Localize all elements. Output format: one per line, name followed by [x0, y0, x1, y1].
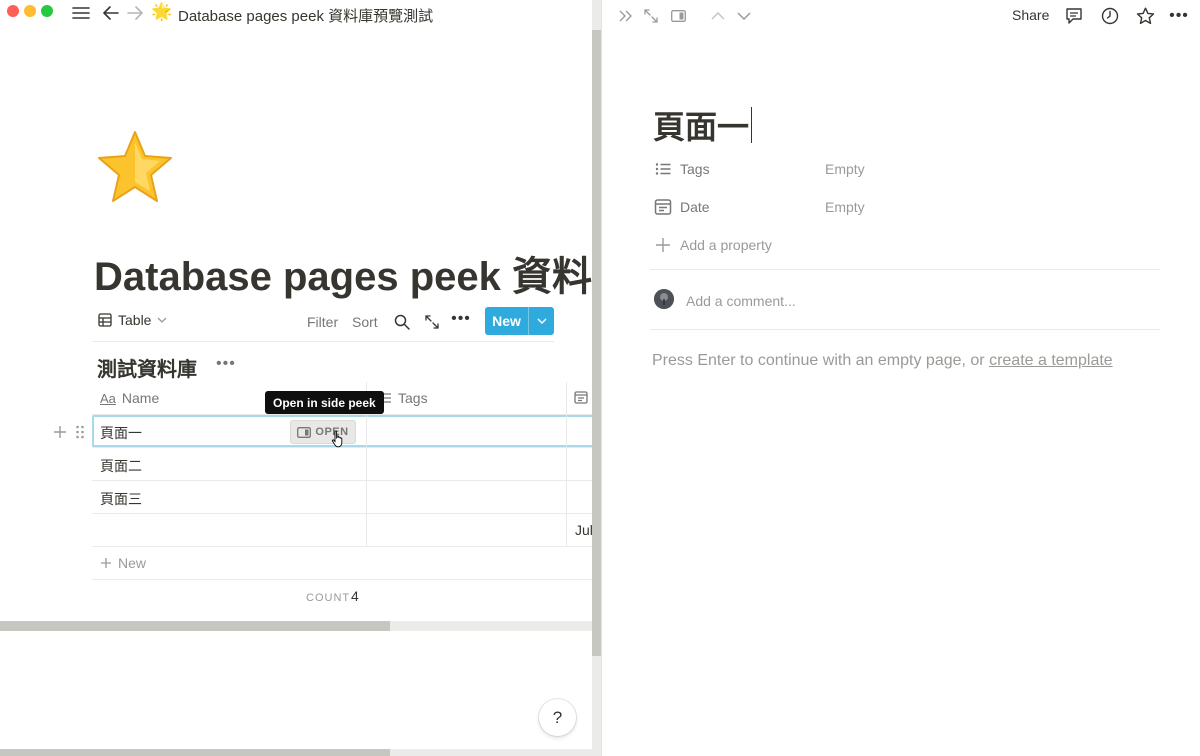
avatar: [654, 289, 674, 309]
peek-page-title[interactable]: 頁面一: [653, 102, 753, 148]
view-selector[interactable]: Table: [98, 312, 167, 328]
breadcrumb-page-icon[interactable]: 🌟: [151, 2, 172, 22]
count-value: 4: [351, 588, 359, 604]
page-scrollbar-thumb[interactable]: [0, 749, 390, 756]
page-title[interactable]: Database pages peek 資料庫預覽測試: [94, 244, 592, 302]
peek-mode-icon[interactable]: [668, 6, 688, 26]
property-label: Tags: [680, 161, 710, 177]
more-options-icon[interactable]: •••: [1169, 6, 1189, 26]
column-divider: [366, 481, 367, 513]
new-button-label[interactable]: New: [485, 307, 529, 335]
column-divider: [366, 514, 367, 546]
create-template-link[interactable]: create a template: [989, 352, 1113, 369]
table-row[interactable]: 頁面三: [92, 481, 592, 514]
vertical-scrollbar-thumb[interactable]: [592, 30, 601, 656]
list-icon: [655, 163, 671, 175]
column-header-tags[interactable]: Tags: [380, 390, 428, 406]
column-divider: [566, 448, 567, 480]
back-arrow-icon[interactable]: [101, 3, 121, 23]
filter-button[interactable]: Filter: [307, 314, 338, 330]
breadcrumb-title[interactable]: Database pages peek 資料庫預覽測試: [178, 5, 433, 26]
share-button[interactable]: Share: [1012, 7, 1049, 23]
column-divider: [566, 514, 567, 546]
side-peek-icon: [297, 426, 312, 438]
chevron-down-icon: [158, 317, 167, 323]
column-divider: [566, 415, 567, 447]
property-date[interactable]: Date Empty: [654, 193, 1154, 223]
sort-button[interactable]: Sort: [352, 314, 378, 330]
open-as-full-page-icon[interactable]: [422, 312, 442, 332]
more-options-icon[interactable]: •••: [450, 310, 472, 332]
comment-input[interactable]: Add a comment...: [686, 293, 796, 309]
view-name: Table: [118, 312, 152, 328]
window-close-button[interactable]: [7, 5, 19, 17]
open-in-side-peek-button[interactable]: OPEN: [290, 420, 356, 444]
side-peek-panel: Share ••• 頁面一 Tags Empty Date Empty Add …: [602, 0, 1200, 756]
property-tags[interactable]: Tags Empty: [654, 155, 1154, 185]
column-header-date[interactable]: [574, 390, 588, 404]
previous-page-icon[interactable]: [708, 6, 728, 26]
close-side-peek-icon[interactable]: [616, 6, 636, 26]
count-label: COUNT: [306, 592, 351, 604]
forward-arrow-icon[interactable]: [125, 3, 145, 23]
row-add-icon[interactable]: [52, 424, 68, 440]
divider: [650, 269, 1160, 270]
plus-icon: [101, 558, 111, 568]
comment-icon[interactable]: [1064, 6, 1084, 26]
row-name-cell[interactable]: 頁面三: [100, 489, 142, 509]
text-property-icon: Aa: [100, 390, 116, 406]
divider: [650, 329, 1160, 330]
sidebar-menu-icon[interactable]: [71, 3, 91, 23]
new-template-dropdown-icon[interactable]: [529, 307, 554, 335]
tooltip: Open in side peek: [265, 391, 384, 414]
hand-pointer-cursor-icon: [331, 430, 343, 448]
database-title[interactable]: 測試資料庫: [97, 353, 197, 382]
window-zoom-button[interactable]: [41, 5, 53, 17]
help-button[interactable]: ?: [539, 699, 576, 736]
calculation-row[interactable]: COUNT 4: [92, 580, 592, 614]
calendar-icon: [654, 199, 672, 215]
new-record-button[interactable]: New: [485, 307, 554, 335]
column-divider: [566, 382, 567, 414]
empty-page-hint: Press Enter to continue with an empty pa…: [652, 352, 1113, 369]
window-minimize-button[interactable]: [24, 5, 36, 17]
page-star-icon[interactable]: [95, 128, 175, 208]
database-more-icon[interactable]: •••: [216, 355, 236, 373]
database-view-toolbar: Table Filter Sort ••• New: [92, 306, 554, 342]
column-divider: [566, 481, 567, 513]
star-favorite-icon[interactable]: [1135, 6, 1155, 26]
calendar-icon: [574, 391, 588, 404]
horizontal-scrollbar-thumb[interactable]: [0, 621, 390, 631]
history-clock-icon[interactable]: [1100, 6, 1120, 26]
table-row[interactable]: Jul: [92, 514, 592, 547]
top-bar: 🌟 Database pages peek 資料庫預覽測試: [0, 0, 592, 30]
search-icon[interactable]: [392, 312, 412, 332]
drag-handle-icon[interactable]: [74, 424, 86, 440]
column-header-name[interactable]: Aa Name: [100, 390, 159, 406]
plus-icon: [656, 238, 670, 252]
add-row-button[interactable]: New: [92, 547, 592, 580]
table-icon: [98, 313, 112, 327]
property-value[interactable]: Empty: [825, 161, 865, 177]
row-name-cell[interactable]: 頁面一: [100, 423, 142, 443]
property-label: Date: [680, 199, 710, 215]
add-property-button[interactable]: Add a property: [654, 231, 1154, 261]
row-date-cell[interactable]: Jul: [575, 522, 592, 538]
column-divider: [366, 448, 367, 480]
next-page-icon[interactable]: [734, 6, 754, 26]
text-caret: [751, 107, 753, 143]
database-table: Aa Name Tags 頁面一 OPEN 頁面二 頁面三 Jul New CO…: [92, 382, 592, 614]
column-divider: [366, 415, 367, 447]
open-as-full-page-icon[interactable]: [641, 6, 661, 26]
database-page-pane: 🌟 Database pages peek 資料庫預覽測試 Database p…: [0, 0, 592, 756]
table-row[interactable]: 頁面二: [92, 448, 592, 481]
property-value[interactable]: Empty: [825, 199, 865, 215]
row-name-cell[interactable]: 頁面二: [100, 456, 142, 476]
